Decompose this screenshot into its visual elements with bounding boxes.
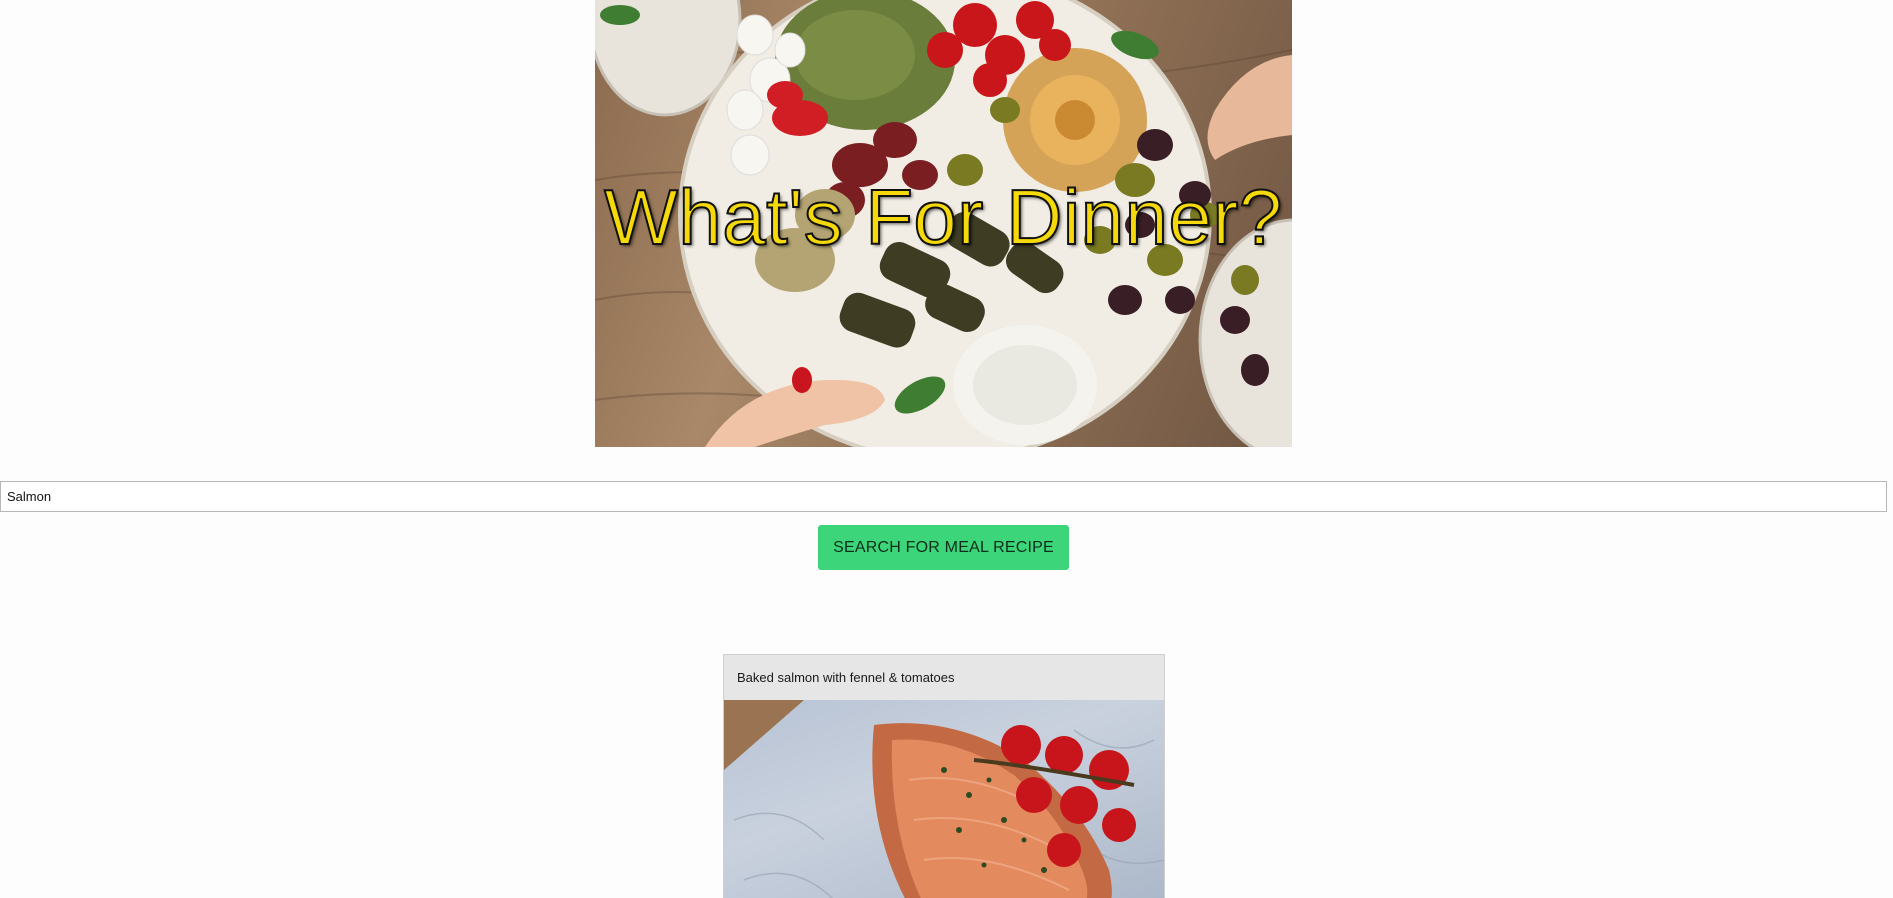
recipe-card-image [724, 700, 1164, 898]
page: What's For Dinner? SEARCH FOR MEAL RECIP… [0, 0, 1893, 898]
page-title: What's For Dinner? [603, 172, 1283, 262]
search-meal-recipe-button[interactable]: SEARCH FOR MEAL RECIPE [818, 525, 1069, 570]
search-input[interactable] [0, 481, 1887, 512]
recipe-card-title: Baked salmon with fennel & tomatoes [724, 655, 1164, 700]
baked-salmon-photo [724, 700, 1164, 898]
recipe-card[interactable]: Baked salmon with fennel & tomatoes [723, 654, 1165, 898]
hero-banner: What's For Dinner? [595, 0, 1292, 447]
